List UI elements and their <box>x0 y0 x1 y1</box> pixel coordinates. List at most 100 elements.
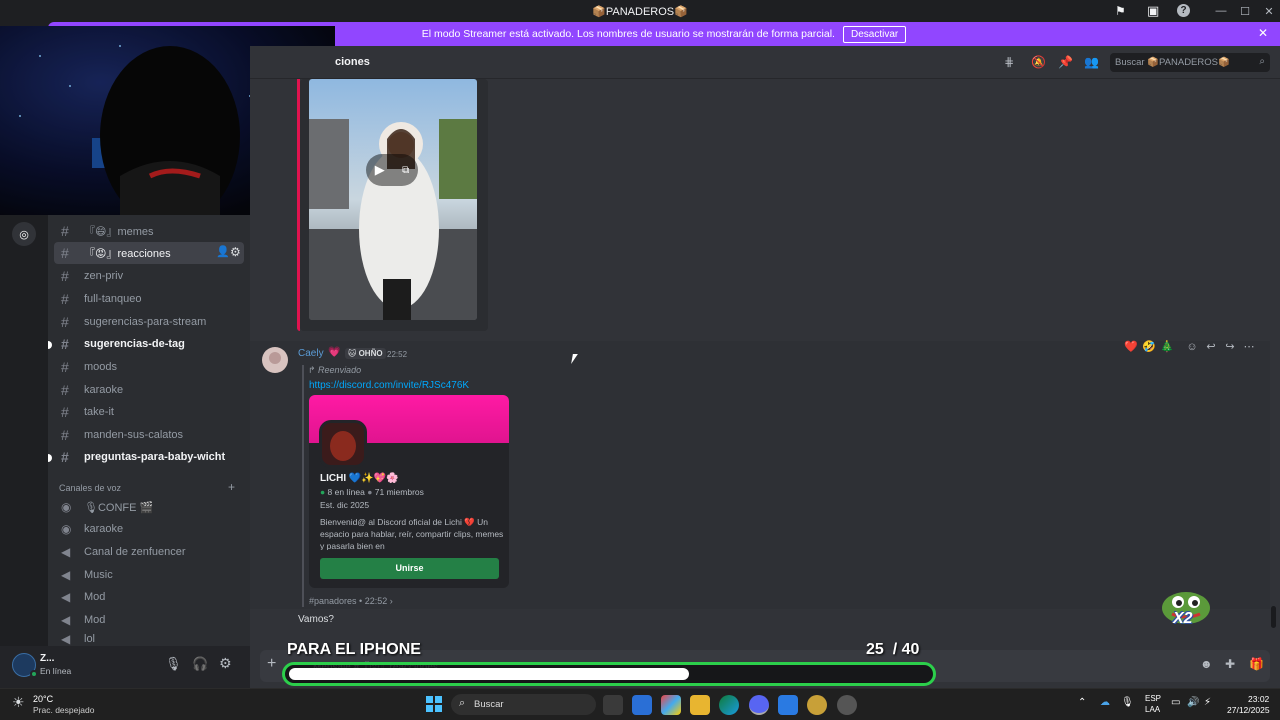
channel-preguntas-para-baby-wicht[interactable]: # preguntas-para-baby-wicht <box>54 446 244 468</box>
quick-reaction-heart[interactable]: ❤️ <box>1124 340 1138 354</box>
invite-icon[interactable]: 👤 <box>216 245 230 258</box>
inbox-icon[interactable]: ▣ <box>1147 3 1159 19</box>
emoji-icon[interactable]: ☻ <box>1200 657 1213 671</box>
voice-channel-lol[interactable]: ◀ lol <box>54 632 244 646</box>
attach-plus-icon[interactable]: + <box>267 655 276 673</box>
voice-channel-mod[interactable]: ◀ Mod <box>54 609 244 631</box>
channel-label: sugerencias-de-tag <box>84 338 185 350</box>
invite-server-name[interactable]: LICHI 💙✨💖🌸 <box>320 473 399 484</box>
play-icon: ▶ <box>374 162 385 177</box>
mute-bell-icon[interactable]: 🔕 <box>1031 55 1046 69</box>
app-icon-3[interactable] <box>837 695 857 715</box>
headphones-icon[interactable]: 🎧 <box>192 656 208 672</box>
channel-full-tanqueo[interactable]: # full-tanqueo <box>54 288 244 310</box>
channel-zen-priv[interactable]: # zen-priv <box>54 265 244 287</box>
more-options-icon[interactable]: ⋯ <box>1242 340 1256 354</box>
forward-icon[interactable]: ↪ <box>1223 340 1237 354</box>
voice-channel-music[interactable]: ◀ Music <box>54 564 244 586</box>
search-placeholder: Buscar 📦PANADEROS📦 <box>1115 57 1230 68</box>
discord-icon[interactable] <box>749 695 769 715</box>
invite-description: Bienvenid@ al Discord oficial de Lichi 💔… <box>320 517 504 550</box>
play-button[interactable]: ▶ ⧉ <box>366 154 418 186</box>
quick-reaction-tree[interactable]: 🎄 <box>1160 340 1174 354</box>
chevron-up-icon[interactable]: ⌃ <box>1078 697 1086 708</box>
join-button[interactable]: Unirse <box>320 558 499 579</box>
battery-icon[interactable]: ⚡ <box>1204 697 1211 708</box>
file-explorer-icon[interactable] <box>690 695 710 715</box>
apps-icon[interactable]: ✚ <box>1225 657 1235 671</box>
voice-channel-karaoke[interactable]: ◉ karaoke <box>54 518 244 540</box>
app-icon[interactable] <box>778 695 798 715</box>
language-2[interactable]: LAA <box>1145 705 1160 714</box>
channel-karaoke[interactable]: # karaoke <box>54 379 244 401</box>
deactivate-button[interactable]: Desactivar <box>842 25 907 43</box>
threads-icon[interactable]: ⋕ <box>1004 55 1014 69</box>
channel-memes[interactable]: # 『😄』memes <box>54 220 244 242</box>
message-author[interactable]: Caely <box>298 348 324 359</box>
forwarded-label: ↱ Reenviado <box>308 365 361 376</box>
chat-scrollbar[interactable] <box>1271 606 1276 628</box>
language-1[interactable]: ESP <box>1145 694 1161 703</box>
close-banner-icon[interactable]: ✕ <box>1258 26 1268 40</box>
channel-label: Music <box>84 569 113 581</box>
onedrive-icon[interactable]: ☁ <box>1100 697 1110 708</box>
avatar[interactable] <box>262 347 288 373</box>
volume-icon[interactable]: 🔊 <box>1187 697 1199 708</box>
gift-icon[interactable]: 🎁 <box>1249 657 1264 671</box>
user-status: En línea <box>40 666 72 676</box>
user-settings-gear-icon[interactable]: ⚙ <box>219 655 232 672</box>
mic-tray-icon[interactable]: 🎙 <box>1121 697 1134 708</box>
stage-icon: ◉ <box>61 522 72 536</box>
voice-channel-mod[interactable]: ◀ Mod <box>54 586 244 608</box>
channel-title: ciones <box>335 56 370 68</box>
gear-icon[interactable]: ⚙ <box>230 245 241 259</box>
forward-source[interactable]: #panadores • 22:52 › <box>309 596 393 606</box>
channel-sugerencias-de-tag[interactable]: # sugerencias-de-tag <box>54 333 244 355</box>
speaker-icon: ◀ <box>61 545 71 559</box>
invite-established: Est. dic 2025 <box>320 500 370 510</box>
voice-category-header[interactable]: Canales de voz <box>59 483 121 493</box>
copilot-icon[interactable] <box>661 695 681 715</box>
task-view-icon[interactable] <box>603 695 623 715</box>
discover-icon[interactable]: ◎ <box>12 222 36 246</box>
member-list-icon[interactable]: 👥 <box>1084 55 1099 69</box>
taskbar-search[interactable]: ⌕ Buscar <box>451 694 596 715</box>
weather-temp[interactable]: 20°C <box>33 694 53 704</box>
clock-date[interactable]: 27/12/2025 <box>1227 705 1270 715</box>
pin-icon[interactable]: 📌 <box>1058 55 1073 69</box>
channel-moods[interactable]: # moods <box>54 356 244 378</box>
search-input[interactable]: Buscar 📦PANADEROS📦 ⌕ <box>1110 53 1270 72</box>
forward-quote-bar <box>302 365 304 607</box>
store-icon[interactable] <box>632 695 652 715</box>
author-badge: 💗 <box>328 347 341 358</box>
voice-channel-zenfuencer[interactable]: ◀ Canal de zenfuencer <box>54 541 244 563</box>
video-thumbnail[interactable]: ▶ ⧉ <box>309 79 477 320</box>
app-icon-2[interactable] <box>807 695 827 715</box>
windows-start-icon[interactable] <box>426 696 442 712</box>
channel-sugerencias-para-stream[interactable]: # sugerencias-para-stream <box>54 311 244 333</box>
weather-icon[interactable]: ☀ <box>12 694 25 711</box>
microphone-icon[interactable]: 🎙 <box>165 656 182 672</box>
hash-icon: # <box>61 223 69 239</box>
flag-icon[interactable]: ⚑ <box>1115 4 1126 18</box>
channel-label: manden-sus-calatos <box>84 429 184 441</box>
invite-link[interactable]: https://discord.com/invite/RJSc476K <box>309 380 469 391</box>
clock-time[interactable]: 23:02 <box>1248 694 1269 704</box>
network-icon[interactable]: ▭ <box>1171 697 1180 708</box>
username[interactable]: Z... <box>40 653 54 664</box>
add-reaction-icon[interactable]: ☺ <box>1185 340 1199 354</box>
close-window-button[interactable]: ✕ <box>1254 0 1280 22</box>
channel-manden-sus-calatos[interactable]: # manden-sus-calatos <box>54 424 244 446</box>
channel-take-it[interactable]: # take-it <box>54 401 244 423</box>
channel-label: zen-priv <box>84 270 124 282</box>
add-channel-icon[interactable]: + <box>228 480 235 494</box>
help-icon[interactable]: ? <box>1177 4 1190 17</box>
channel-reacciones[interactable]: # 『😡』reacciones 👤 ⚙ <box>54 242 244 264</box>
voice-channel-confe[interactable]: ◉ 🎙CONFE 🎬 <box>54 496 244 518</box>
quick-reaction-laugh[interactable]: 🤣 <box>1142 340 1156 354</box>
channel-label: Mod <box>84 614 106 626</box>
channel-label: moods <box>84 361 118 373</box>
forwarded-text: Reenviado <box>318 365 362 375</box>
reply-icon[interactable]: ↩ <box>1204 340 1218 354</box>
edge-icon[interactable] <box>719 695 739 715</box>
